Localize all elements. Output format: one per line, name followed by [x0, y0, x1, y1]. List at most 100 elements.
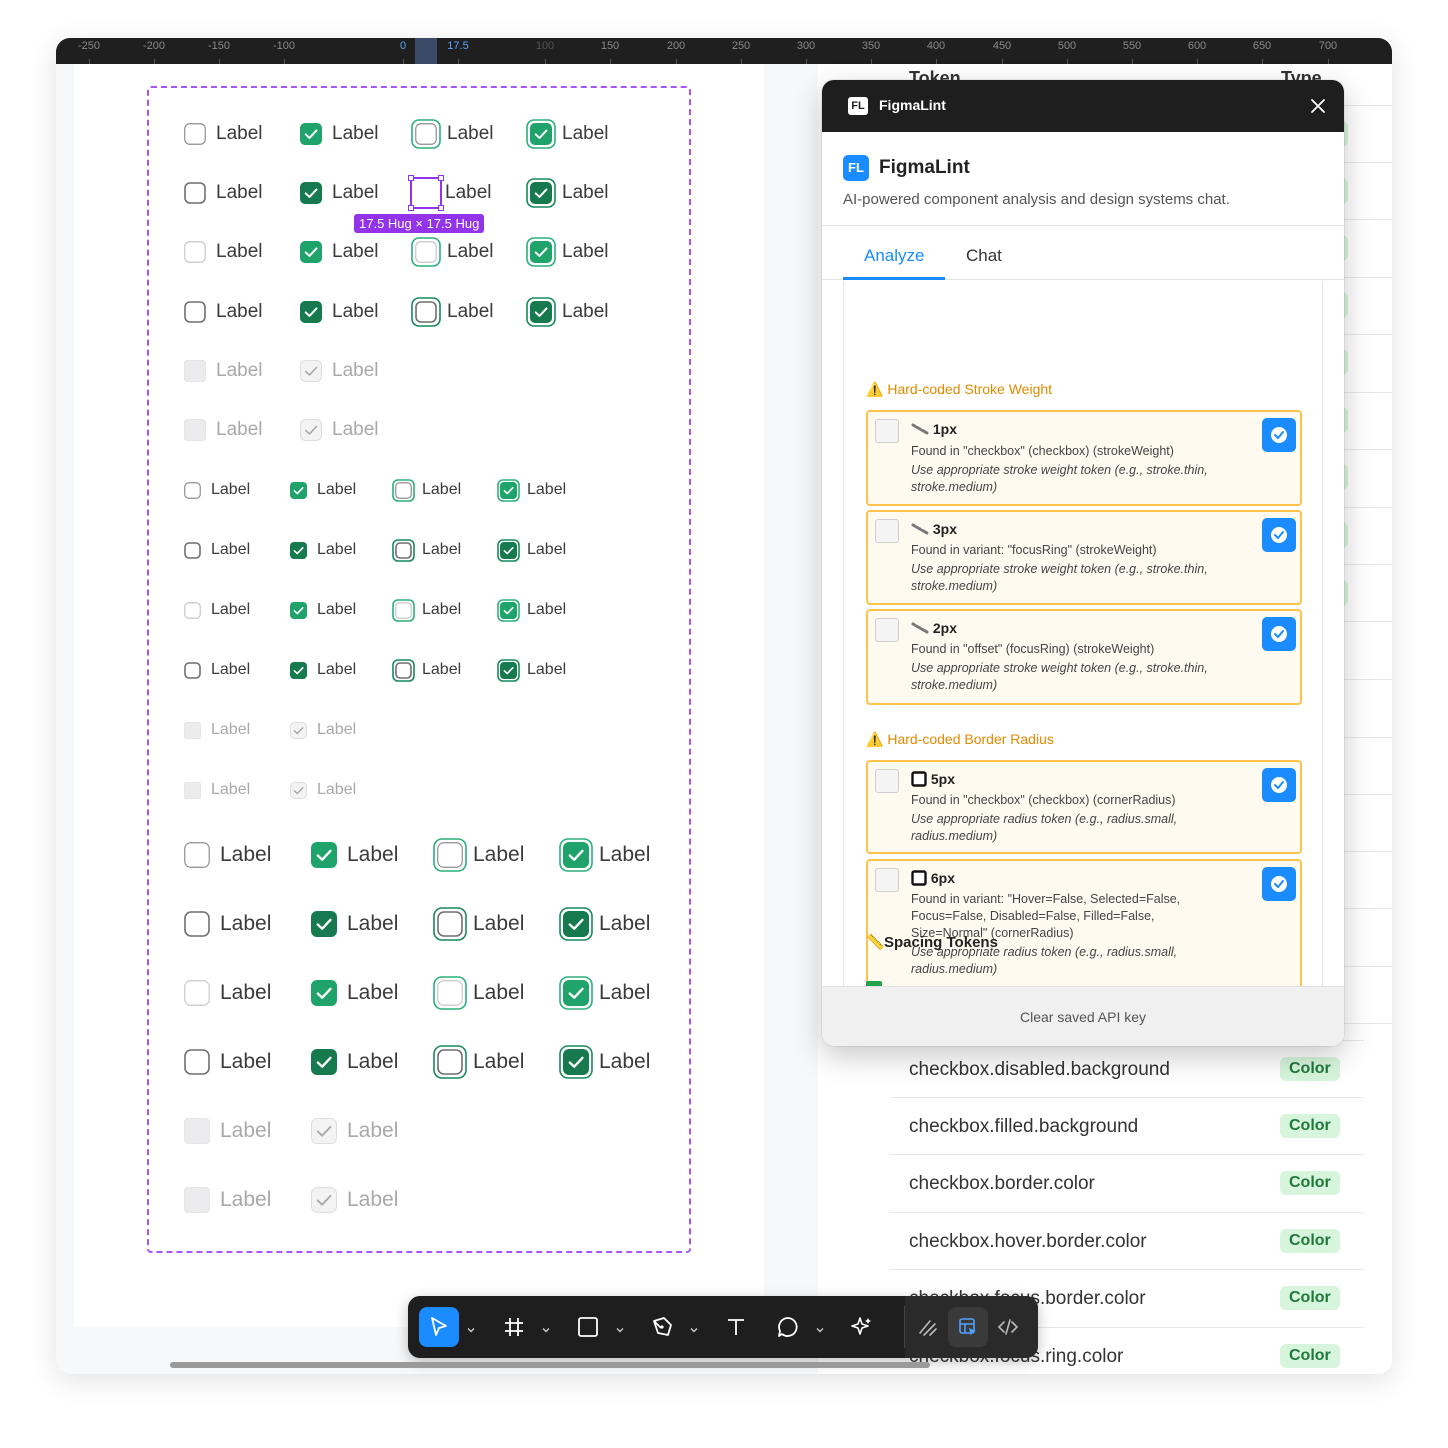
- checkbox-empty-icon[interactable]: [392, 538, 415, 562]
- checkbox-checked-icon[interactable]: [300, 419, 322, 441]
- fix-issue-button[interactable]: [1262, 518, 1296, 552]
- checkbox-variant[interactable]: Label: [290, 781, 356, 799]
- issue-select-checkbox[interactable]: [875, 419, 899, 443]
- checkbox-variant[interactable]: Label: [290, 541, 356, 559]
- checkbox-checked-icon[interactable]: [311, 1118, 337, 1144]
- checkbox-variant[interactable]: Label: [433, 838, 524, 872]
- tab-chat[interactable]: Chat: [966, 246, 1002, 266]
- checkbox-empty-icon[interactable]: [433, 838, 467, 872]
- move-tool-button[interactable]: [419, 1307, 459, 1347]
- chevron-down-icon[interactable]: [466, 1322, 476, 1333]
- chevron-down-icon[interactable]: [615, 1322, 625, 1333]
- checkbox-variant[interactable]: Label: [184, 360, 263, 382]
- checkbox-variant[interactable]: Label: [526, 178, 609, 208]
- checkbox-variant[interactable]: Label: [392, 598, 461, 622]
- chevron-down-icon[interactable]: [689, 1322, 699, 1333]
- checkbox-variant[interactable]: Label: [184, 182, 263, 204]
- checkbox-variant[interactable]: Label: [411, 237, 494, 267]
- checkbox-variant[interactable]: Label: [311, 1049, 398, 1075]
- checkbox-checked-icon[interactable]: [497, 598, 520, 622]
- issue-select-checkbox[interactable]: [875, 868, 899, 892]
- checkbox-variant[interactable]: Label: [311, 1187, 398, 1213]
- checkbox-checked-icon[interactable]: [497, 478, 520, 502]
- table-row[interactable]: checkbox.border.color Color: [890, 1154, 1364, 1211]
- checkbox-variant[interactable]: Label: [526, 237, 609, 267]
- table-row[interactable]: checkbox.hover.border.color Color: [890, 1212, 1364, 1269]
- checkbox-empty-icon[interactable]: [411, 297, 441, 327]
- checkbox-variant[interactable]: Label: [300, 182, 379, 204]
- checkbox-variant[interactable]: Label: [311, 842, 398, 868]
- checkbox-variant[interactable]: Label: [433, 907, 524, 941]
- checkbox-variant[interactable]: Label: [184, 1049, 271, 1075]
- checkbox-checked-icon[interactable]: [526, 119, 556, 149]
- design-mode-button[interactable]: [948, 1307, 988, 1347]
- checkbox-checked-icon[interactable]: [311, 1187, 337, 1213]
- checkbox-variant[interactable]: Label: [559, 838, 650, 872]
- checkbox-checked-icon[interactable]: [300, 360, 322, 382]
- checkbox-variant[interactable]: Label: [392, 658, 461, 682]
- checkbox-empty-icon[interactable]: [184, 301, 206, 323]
- checkbox-empty-icon[interactable]: [184, 241, 206, 263]
- checkbox-variant[interactable]: Label: [559, 907, 650, 941]
- chevron-down-icon[interactable]: [815, 1322, 825, 1333]
- draw-mode-button[interactable]: [908, 1307, 948, 1347]
- checkbox-checked-icon[interactable]: [300, 123, 322, 145]
- fix-issue-button[interactable]: [1262, 768, 1296, 802]
- checkbox-variant[interactable]: Label: [184, 241, 263, 263]
- ai-actions-button[interactable]: [842, 1307, 882, 1347]
- resize-handle[interactable]: [408, 205, 414, 211]
- checkbox-variant[interactable]: Label: [184, 481, 250, 499]
- checkbox-variant[interactable]: Label: [433, 1045, 524, 1079]
- checkbox-variant[interactable]: Label: [497, 598, 566, 622]
- clear-api-key-link[interactable]: Clear saved API key: [822, 1009, 1344, 1025]
- issue-card[interactable]: 5px Found in "checkbox" (checkbox) (corn…: [866, 760, 1302, 854]
- checkbox-checked-icon[interactable]: [559, 976, 593, 1010]
- chevron-down-icon[interactable]: [541, 1322, 551, 1333]
- checkbox-checked-icon[interactable]: [311, 911, 337, 937]
- checkbox-variant[interactable]: Label: [559, 976, 650, 1010]
- checkbox-empty-icon[interactable]: [433, 976, 467, 1010]
- checkbox-checked-icon[interactable]: [290, 541, 307, 559]
- checkbox-variant[interactable]: Label: [433, 976, 524, 1010]
- checkbox-empty-icon[interactable]: [392, 478, 415, 502]
- comment-tool-button[interactable]: [768, 1307, 808, 1347]
- checkbox-variant[interactable]: Label: [184, 123, 263, 145]
- checkbox-empty-icon[interactable]: [184, 980, 210, 1006]
- checkbox-checked-icon[interactable]: [300, 301, 322, 323]
- checkbox-checked-icon[interactable]: [311, 980, 337, 1006]
- issue-select-checkbox[interactable]: [875, 618, 899, 642]
- checkbox-checked-icon[interactable]: [300, 241, 322, 263]
- checkbox-variant[interactable]: Label: [300, 241, 379, 263]
- checkbox-empty-icon[interactable]: [184, 182, 206, 204]
- checkbox-checked-icon[interactable]: [559, 838, 593, 872]
- checkbox-checked-icon[interactable]: [497, 538, 520, 562]
- close-icon[interactable]: [1308, 96, 1328, 116]
- checkbox-variant[interactable]: Label: [311, 1118, 398, 1144]
- checkbox-variant[interactable]: Label: [184, 911, 271, 937]
- table-row[interactable]: checkbox.disabled.background Color: [890, 1040, 1364, 1097]
- checkbox-empty-icon[interactable]: [184, 419, 206, 441]
- checkbox-empty-icon[interactable]: [411, 237, 441, 267]
- fix-issue-button[interactable]: [1262, 867, 1296, 901]
- checkbox-checked-icon[interactable]: [290, 661, 307, 679]
- checkbox-empty-icon[interactable]: [184, 781, 201, 799]
- issue-card[interactable]: 2px Found in "offset" (focusRing) (strok…: [866, 609, 1302, 705]
- checkbox-empty-icon[interactable]: [392, 598, 415, 622]
- checkbox-checked-icon[interactable]: [497, 658, 520, 682]
- checkbox-variant[interactable]: Label: [290, 721, 356, 739]
- checkbox-checked-icon[interactable]: [559, 1045, 593, 1079]
- checkbox-variant[interactable]: Label: [497, 478, 566, 502]
- checkbox-variant[interactable]: Label: [392, 538, 461, 562]
- issue-card[interactable]: 1px Found in "checkbox" (checkbox) (stro…: [866, 410, 1302, 506]
- checkbox-empty-icon[interactable]: [184, 1049, 210, 1075]
- issue-card[interactable]: 3px Found in variant: "focusRing" (strok…: [866, 510, 1302, 605]
- checkbox-variant[interactable]: Label: [184, 301, 263, 323]
- checkbox-empty-icon[interactable]: [392, 658, 415, 682]
- checkbox-checked-icon[interactable]: [290, 481, 307, 499]
- checkbox-checked-icon[interactable]: [311, 1049, 337, 1075]
- resize-handle[interactable]: [408, 175, 414, 181]
- checkbox-variant[interactable]: Label: [184, 601, 250, 619]
- checkbox-variant[interactable]: Label: [411, 119, 494, 149]
- checkbox-empty-icon[interactable]: [184, 911, 210, 937]
- analysis-results-panel[interactable]: ⚠️ Hard-coded Stroke Weight 1px Found in…: [843, 281, 1323, 986]
